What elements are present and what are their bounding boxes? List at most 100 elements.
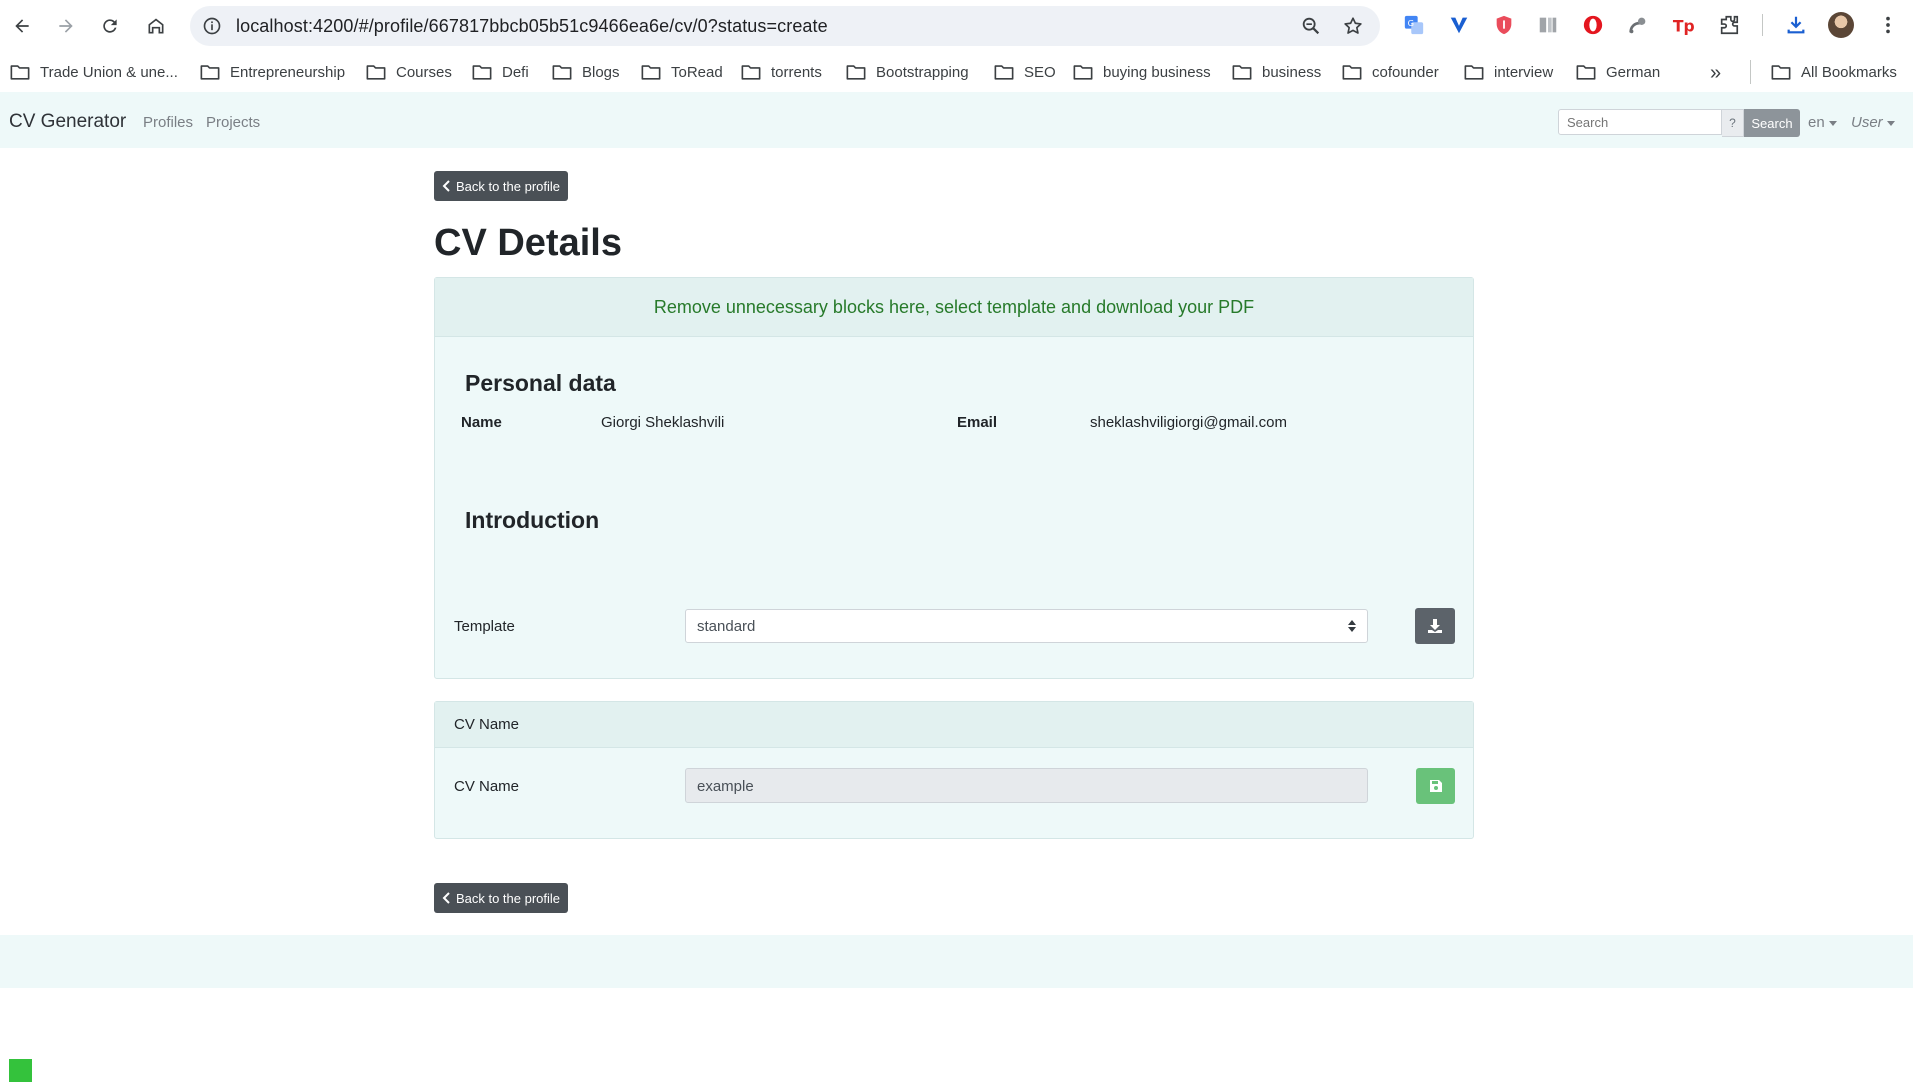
folder-icon xyxy=(846,65,866,80)
folder-icon xyxy=(472,65,492,80)
bookmark-folder[interactable]: Bootstrapping xyxy=(846,60,969,84)
site-info-icon[interactable] xyxy=(202,16,222,36)
bookmark-folder[interactable]: Courses xyxy=(366,60,452,84)
home-icon[interactable] xyxy=(140,10,172,42)
template-select[interactable]: standard xyxy=(685,609,1368,643)
search-help-button[interactable]: ? xyxy=(1722,109,1744,137)
search-input[interactable] xyxy=(1558,109,1722,135)
bookmark-folder[interactable]: buying business xyxy=(1073,60,1211,84)
bookmarks-bar: Trade Union & une... Entrepreneurship Co… xyxy=(0,52,1913,92)
bookmark-label: German xyxy=(1606,63,1661,81)
browser-toolbar: localhost:4200/#/profile/667817bbcb05b51… xyxy=(0,0,1913,52)
more-bookmarks-icon[interactable]: » xyxy=(1710,62,1721,85)
bookmark-label: business xyxy=(1262,63,1322,81)
bookmark-label: cofounder xyxy=(1372,63,1439,81)
folder-icon xyxy=(1342,65,1362,80)
name-label: Name xyxy=(461,414,502,431)
chevron-left-icon xyxy=(442,892,450,904)
cv-name-input[interactable]: example xyxy=(685,768,1368,803)
bookmark-folder[interactable]: Defi xyxy=(472,60,529,84)
reader-icon[interactable] xyxy=(1535,12,1561,38)
puzzle-extensions-icon[interactable] xyxy=(1716,12,1742,38)
caret-down-icon xyxy=(1886,120,1895,126)
bookmark-label: Defi xyxy=(502,63,529,81)
email-value: sheklashviligiorgi@gmail.com xyxy=(1090,414,1287,431)
all-bookmarks-label: All Bookmarks xyxy=(1801,63,1897,81)
bookmark-folder[interactable]: business xyxy=(1232,60,1321,84)
user-dropdown[interactable]: User xyxy=(1851,114,1895,131)
folder-icon xyxy=(1771,65,1791,80)
language-dropdown[interactable]: en xyxy=(1808,114,1837,131)
forward-arrow-icon[interactable] xyxy=(50,10,82,42)
profile-avatar[interactable] xyxy=(1828,12,1854,38)
bookmark-label: Courses xyxy=(396,63,452,81)
cv-name-header: CV Name xyxy=(435,702,1473,748)
personal-data-title: Personal data xyxy=(465,370,616,396)
nav-link-projects[interactable]: Projects xyxy=(206,114,260,131)
zoom-icon[interactable] xyxy=(1300,15,1322,37)
bookmark-star-icon[interactable] xyxy=(1342,15,1364,37)
v-extension-icon[interactable] xyxy=(1446,12,1472,38)
address-bar[interactable]: localhost:4200/#/profile/667817bbcb05b51… xyxy=(190,6,1380,46)
satellite-icon[interactable] xyxy=(1625,12,1651,38)
bookmark-label: Entrepreneurship xyxy=(230,63,346,81)
nav-link-profiles[interactable]: Profiles xyxy=(143,114,193,131)
bookmark-folder[interactable]: Blogs xyxy=(552,60,620,84)
all-bookmarks[interactable]: All Bookmarks xyxy=(1771,60,1897,84)
folder-icon xyxy=(641,65,661,80)
opera-icon[interactable] xyxy=(1580,12,1606,38)
back-to-profile-button[interactable]: Back to the profile xyxy=(434,171,568,201)
folder-icon xyxy=(1073,65,1093,80)
brand-link[interactable]: CV Generator xyxy=(9,111,126,133)
bookmark-folder[interactable]: Trade Union & une... xyxy=(10,60,178,84)
page-footer xyxy=(0,935,1913,988)
bookmark-folder[interactable]: cofounder xyxy=(1342,60,1439,84)
folder-icon xyxy=(1464,65,1484,80)
sort-arrows-icon xyxy=(1348,620,1356,632)
google-translate-icon[interactable]: G xyxy=(1401,12,1427,38)
language-label: en xyxy=(1808,114,1825,131)
cv-name-label: CV Name xyxy=(454,778,520,795)
shield-extension-icon[interactable] xyxy=(1491,12,1517,38)
folder-icon xyxy=(1576,65,1596,80)
bookmark-label: buying business xyxy=(1103,63,1211,81)
more-menu-icon[interactable] xyxy=(1875,12,1901,38)
page-title: CV Details xyxy=(434,222,622,264)
template-selected-value: standard xyxy=(697,618,756,635)
info-banner-text: Remove unnecessary blocks here, select t… xyxy=(653,296,1255,317)
caret-down-icon xyxy=(1828,120,1837,126)
app-navbar: CV Generator Profiles Projects ? Search … xyxy=(0,92,1913,148)
tp-icon[interactable]: Tp xyxy=(1670,12,1696,38)
back-arrow-icon[interactable] xyxy=(6,10,38,42)
svg-text:G: G xyxy=(1408,18,1414,28)
status-indicator xyxy=(9,1059,32,1082)
bookmark-label: Bootstrapping xyxy=(876,63,969,81)
bookmark-label: ToRead xyxy=(671,63,723,81)
url-text[interactable]: localhost:4200/#/profile/667817bbcb05b51… xyxy=(236,16,828,37)
folder-icon xyxy=(1232,65,1252,80)
bookmark-label: Trade Union & une... xyxy=(40,63,178,81)
bookmark-folder[interactable]: SEO xyxy=(994,60,1056,84)
bookmark-folder[interactable]: ToRead xyxy=(641,60,723,84)
folder-icon xyxy=(994,65,1014,80)
bookmark-label: torrents xyxy=(771,63,822,81)
back-to-profile-label: Back to the profile xyxy=(455,890,561,906)
bookmark-folder[interactable]: German xyxy=(1576,60,1660,84)
bookmark-folder[interactable]: interview xyxy=(1464,60,1553,84)
save-button[interactable] xyxy=(1416,768,1455,804)
bookmarks-divider xyxy=(1750,60,1751,84)
bookmark-label: interview xyxy=(1494,63,1554,81)
back-to-profile-button-bottom[interactable]: Back to the profile xyxy=(434,883,568,913)
bookmark-folder[interactable]: Entrepreneurship xyxy=(200,60,345,84)
download-icon xyxy=(1428,619,1442,633)
cv-name-card: CV Name CV Name example xyxy=(434,701,1474,839)
search-button[interactable]: Search xyxy=(1744,109,1800,137)
download-icon[interactable] xyxy=(1783,12,1809,38)
download-pdf-button[interactable] xyxy=(1415,608,1455,644)
cv-details-card: Remove unnecessary blocks here, select t… xyxy=(434,277,1474,679)
bookmark-label: Blogs xyxy=(582,63,620,81)
floppy-disk-icon xyxy=(1429,780,1442,792)
folder-icon xyxy=(10,65,30,80)
bookmark-folder[interactable]: torrents xyxy=(741,60,822,84)
reload-icon[interactable] xyxy=(94,10,126,42)
